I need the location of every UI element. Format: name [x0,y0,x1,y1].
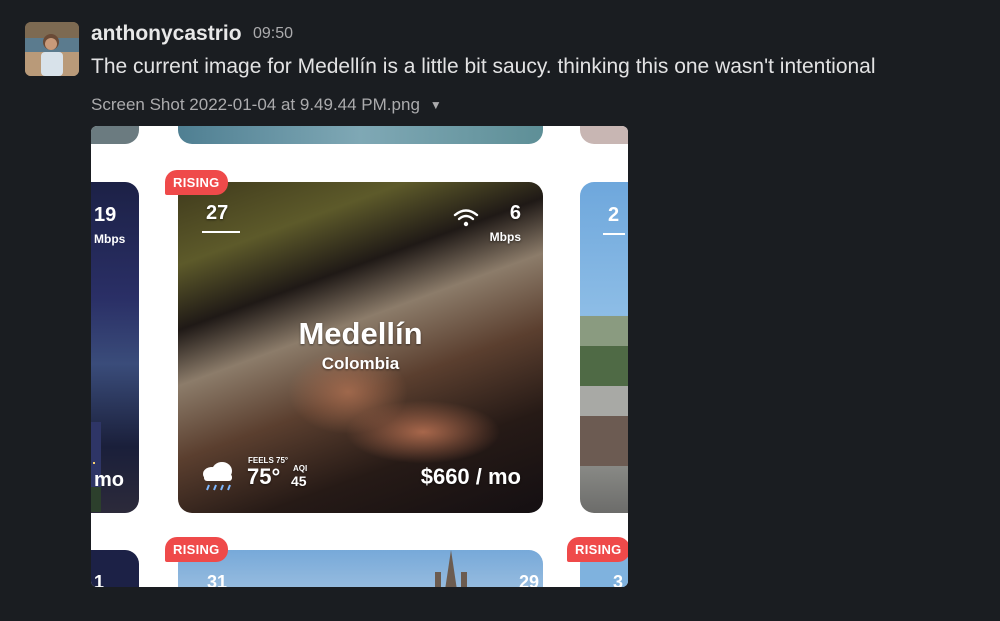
temperature: 75° [247,464,281,489]
attached-screenshot[interactable]: 19 Mbps mo 2 27 6 Mbps Medellín Colombia… [91,126,628,587]
bottom-left-score: 1 [94,572,105,587]
wifi-icon [453,209,479,227]
card-top-mid [178,126,543,144]
town-image [580,316,628,466]
aqi-value: 45 [291,473,307,489]
message-text: The current image for Medellín is a litt… [91,55,876,78]
card-bottom-mid [178,550,543,587]
card-right [580,182,628,513]
right-card-score: 2 [608,204,620,226]
message-timestamp[interactable]: 09:50 [253,25,293,43]
city-card-medellin[interactable]: 27 6 Mbps Medellín Colombia FEELS 75° 75… [178,182,543,513]
card-top-left [91,126,139,144]
attachment-header[interactable]: Screen Shot 2022-01-04 at 9.49.44 PM.png… [91,95,442,115]
avatar-image [25,22,79,76]
bottom-mid-score: 31 [207,572,228,587]
user-avatar[interactable] [25,22,79,76]
rising-badge: RISING [567,537,628,562]
slack-message: anthonycastrio 09:50 The current image f… [0,0,1000,621]
city-name: Medellín [298,316,423,351]
rain-cloud-icon [203,462,232,491]
caret-down-icon[interactable]: ▼ [430,98,442,112]
speed-unit: Mbps [489,230,521,244]
left-card-unit: Mbps [94,232,126,246]
card-top-right [580,126,628,144]
attachment-filename[interactable]: Screen Shot 2022-01-04 at 9.49.44 PM.png [91,95,420,115]
internet-speed: 6 [509,202,521,224]
score-underline [202,231,240,233]
right-card-score-underline [603,233,625,235]
left-card-score: 19 [94,204,117,226]
rising-badge: RISING [165,537,228,562]
cathedral-image [435,550,467,587]
rising-badge: RISING [165,170,228,195]
message-username[interactable]: anthonycastrio [91,22,242,46]
left-card-price: mo [94,469,124,491]
bottom-right-score: 29 [519,572,540,587]
city-skyline-image [91,422,101,512]
overall-score: 27 [206,202,229,224]
country-name: Colombia [321,354,400,373]
far-right-score: 3 [613,572,624,587]
aqi-label: AQI [293,464,308,473]
monthly-cost: $660 / mo [420,464,521,489]
